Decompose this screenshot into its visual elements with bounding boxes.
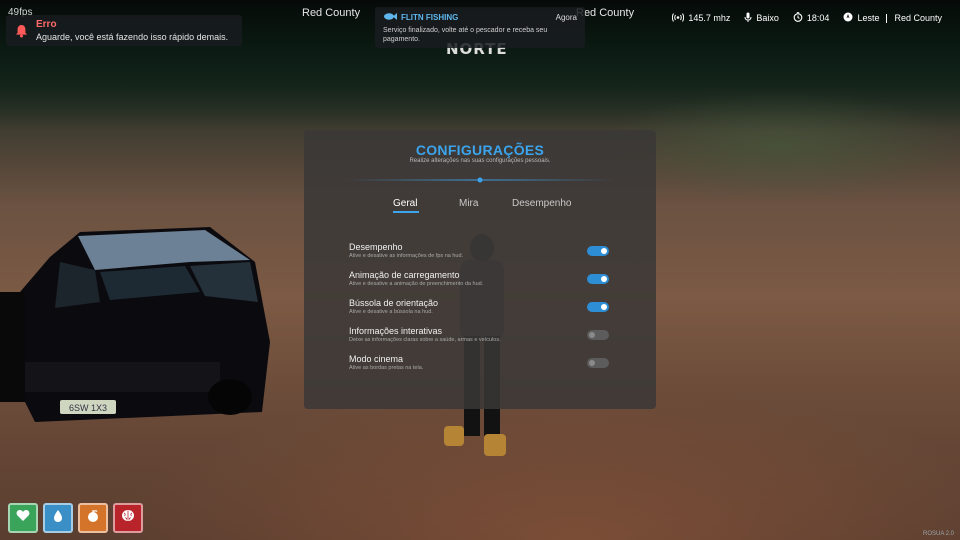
toggle-knob [589,332,595,338]
version-label: ROSUA 2.0 [922,531,954,537]
setting-description: Deixe as informações claras sobre a saúd… [349,337,501,343]
settings-list: Desempenho Ative e desative as informaçõ… [349,242,609,382]
brain-icon [121,509,135,527]
separator [886,13,888,23]
settings-panel: CONFIGURAÇÕES Realize alterações nas sua… [304,130,656,409]
compass-icon [843,12,853,24]
error-notification: Erro Aguarde, você está fazendo isso ráp… [6,15,242,46]
error-message: Aguarde, você está fazendo isso rápido d… [36,32,229,42]
toggle-knob [601,248,607,254]
toggle-animacao-carregamento[interactable] [587,274,609,284]
toggle-knob [589,360,595,366]
parked-car: 6SW 1X3 [0,227,270,422]
panel-subtitle: Realize alterações nas suas configuraçõe… [409,158,551,164]
tab-mira[interactable]: Mira [459,198,478,209]
fishing-notification: FLITN FISHING Agora Serviço finalizado, … [375,7,585,48]
health-indicator [8,503,38,533]
setting-description: Ative e desative as informações de fps n… [349,253,464,259]
toggle-modo-cinema[interactable] [587,358,609,368]
setting-description: Ative e desative a animação de preenchim… [349,281,484,287]
tab-geral[interactable]: Geral [393,198,417,209]
setting-row: Modo cinema Ative as bordas pretas na te… [349,354,609,382]
error-title: Erro [36,19,57,30]
thirst-indicator [43,503,73,533]
setting-label: Animação de carregamento [349,270,460,280]
radio-frequency: 145.7 mhz [688,13,731,23]
setting-row: Bússola de orientação Ative e desative a… [349,298,609,326]
vital-status-hud [8,503,143,533]
voice-level: Baixo [756,13,779,23]
title-divider [344,177,616,183]
food-icon [86,509,100,528]
hunger-indicator [78,503,108,533]
fish-icon [383,12,397,23]
heart-icon [16,509,30,527]
setting-label: Desempenho [349,242,403,252]
microphone-icon [744,12,752,24]
fishing-brand: FLITN FISHING [401,13,459,22]
status-bar: 145.7 mhz Baixo 18:04 Leste Red County [672,12,942,24]
bell-icon [6,24,36,38]
fishing-message: Serviço finalizado, volte até o pescador… [383,27,548,43]
setting-label: Modo cinema [349,354,404,364]
stress-indicator [113,503,143,533]
setting-description: Ative e desative a bússola na hud. [349,309,433,315]
toggle-knob [601,276,607,282]
panel-title: CONFIGURAÇÕES [415,142,545,158]
game-clock: 18:04 [806,13,830,23]
toggle-knob [601,304,607,310]
setting-row: Informações interativas Deixe as informa… [349,326,609,354]
active-tab-indicator [393,211,419,213]
setting-row: Desempenho Ative e desative as informaçõ… [349,242,609,270]
setting-row: Animação de carregamento Ative e desativ… [349,270,609,298]
direction: Leste [857,13,880,23]
toggle-desempenho[interactable] [587,246,609,256]
toggle-informacoes-interativas[interactable] [587,330,609,340]
svg-text:6SW 1X3: 6SW 1X3 [69,403,107,413]
fishing-time: Agora [555,13,577,22]
setting-label: Informações interativas [349,326,443,336]
toggle-bussola-orientacao[interactable] [587,302,609,312]
drop-icon [53,509,63,528]
tab-desempenho[interactable]: Desempenho [512,198,571,209]
compass-location-left: Red County [302,7,361,19]
setting-label: Bússola de orientação [349,298,439,308]
radio-icon [672,12,685,24]
current-location: Red County [894,13,942,23]
setting-description: Ative as bordas pretas na tela. [349,365,424,371]
clock-icon [793,12,803,24]
